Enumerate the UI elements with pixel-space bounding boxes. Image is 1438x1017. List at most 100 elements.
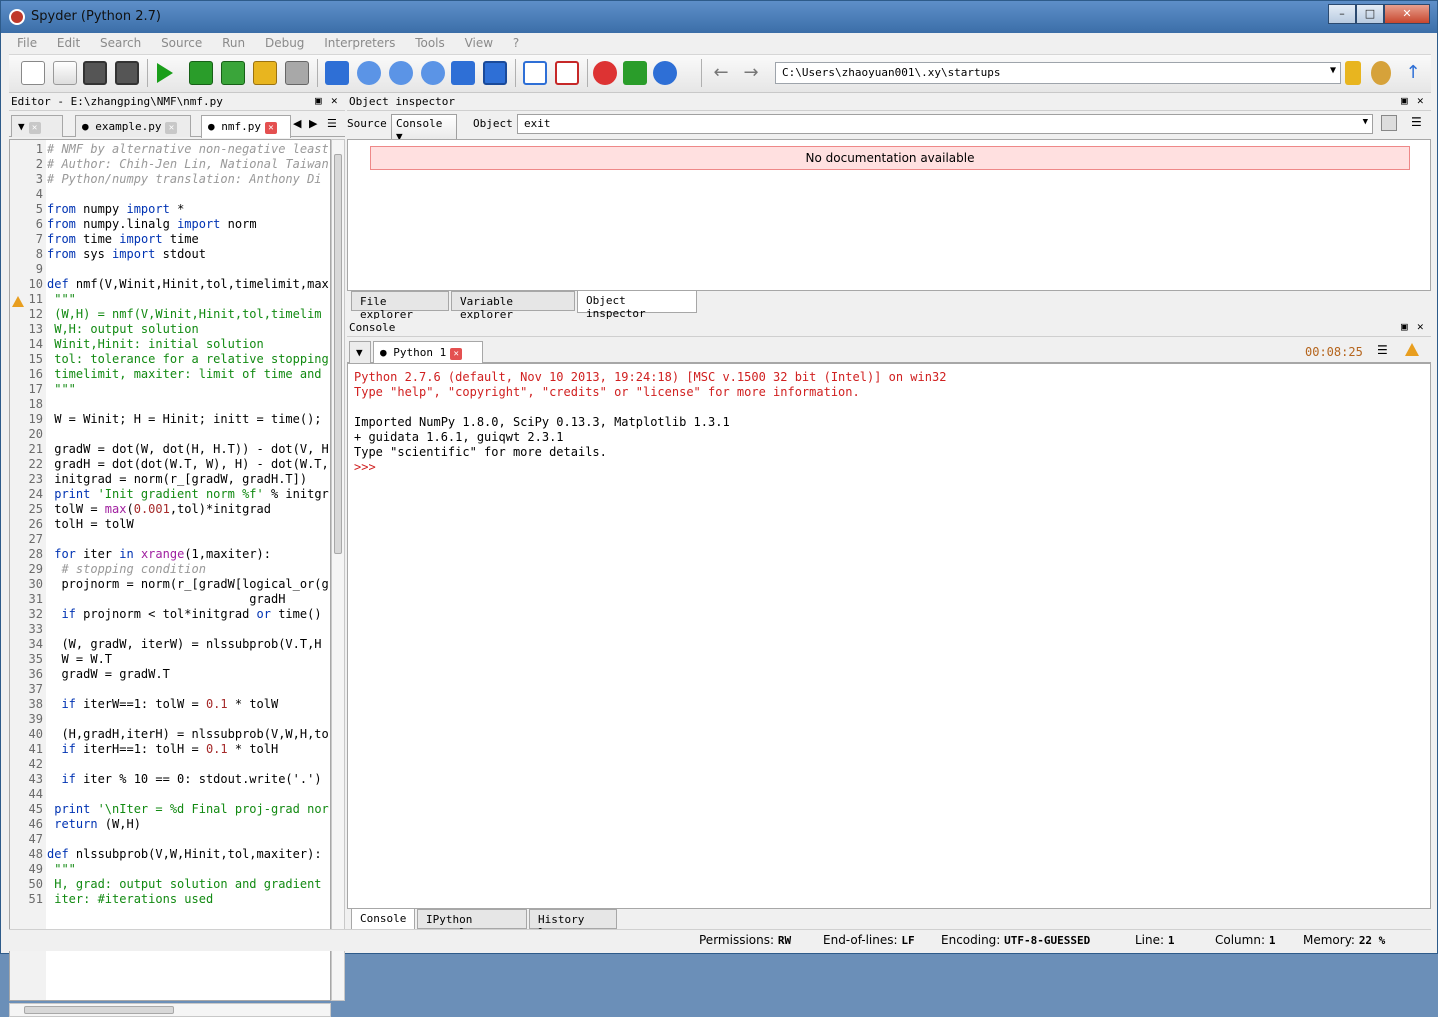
options-icon[interactable]: ☰ — [327, 117, 337, 130]
maximize-button[interactable]: □ — [1356, 4, 1384, 24]
forward-icon[interactable]: → — [739, 61, 763, 85]
menu-tools[interactable]: Tools — [407, 33, 453, 53]
menu-debug[interactable]: Debug — [257, 33, 312, 53]
no-documentation-message: No documentation available — [370, 146, 1410, 170]
editor-horizontal-scrollbar[interactable] — [9, 1003, 331, 1017]
undock-icon[interactable]: ▣ — [315, 94, 322, 107]
close-icon[interactable]: ✕ — [165, 122, 178, 134]
set-workdir-icon[interactable] — [1371, 61, 1391, 85]
debug-step-icon[interactable] — [325, 61, 349, 85]
code-editor[interactable]: 1 # NMF by alternative non-negative least… — [9, 139, 331, 1001]
code-token: norm — [220, 217, 257, 231]
editor-vertical-scrollbar[interactable] — [331, 139, 345, 1001]
tab-nmf-py[interactable]: ● nmf.py ✕ — [201, 115, 291, 138]
line-number: 25 — [28, 502, 43, 516]
profile-icon[interactable] — [285, 61, 309, 85]
step-into-icon[interactable] — [357, 61, 381, 85]
console-pane: Console ▣ ✕ ▼ ● Python 1 ✕ 00:08:25 ☰ Pyt… — [347, 319, 1431, 939]
close-icon[interactable]: ✕ — [450, 348, 463, 360]
code-token: 'Init gradient norm %f' — [90, 487, 264, 501]
continue-icon[interactable] — [451, 61, 475, 85]
tab-ipython-console[interactable]: IPython console — [417, 909, 527, 939]
title-bar[interactable]: Spyder (Python 2.7) – □ ✕ — [1, 1, 1437, 33]
minimize-button[interactable]: – — [1328, 4, 1356, 24]
fullscreen-icon[interactable] — [555, 61, 579, 85]
stop-icon[interactable] — [483, 61, 507, 85]
tab-object-inspector[interactable]: Object inspector — [577, 291, 697, 320]
close-button[interactable]: ✕ — [1384, 4, 1430, 24]
code-text: if projnorm < tol*initgrad or time() — [47, 607, 321, 621]
chevron-down-icon[interactable]: ▼ — [1330, 65, 1336, 76]
code-line: 8 from sys import stdout — [10, 247, 330, 262]
lock-icon[interactable] — [1381, 115, 1397, 131]
code-line: 30 projnorm = norm(r_[gradW[logical_or(g — [10, 577, 330, 592]
code-token: # NMF by alternative non-negative least — [47, 142, 329, 156]
menu-edit[interactable]: Edit — [49, 33, 88, 53]
menu-view[interactable]: View — [457, 33, 501, 53]
close-pane-icon[interactable]: ✕ — [1417, 94, 1424, 107]
menu-run[interactable]: Run — [214, 33, 253, 53]
tab-example-py[interactable]: ● example.py ✕ — [75, 115, 191, 137]
menu-source[interactable]: Source — [153, 33, 210, 53]
chevron-right-icon[interactable]: ▶ — [309, 117, 317, 130]
undock-icon[interactable]: ▣ — [1401, 94, 1408, 107]
code-text: # Author: Chih-Jen Lin, National Taiwan — [47, 157, 329, 171]
code-token: if — [47, 697, 76, 711]
menu-interpreters[interactable]: Interpreters — [316, 33, 403, 53]
code-line: 40 (H,gradH,iterH) = nlssubprob(V,W,H,to — [10, 727, 330, 742]
menu-search[interactable]: Search — [92, 33, 149, 53]
tools-icon[interactable] — [593, 61, 617, 85]
working-directory-input[interactable]: C:\Users\zhaoyuan001\.xy\startups ▼ — [775, 62, 1341, 84]
tab-file-explorer[interactable]: File explorer — [351, 291, 449, 321]
code-line: 32 if projnorm < tol*initgrad or time() — [10, 607, 330, 622]
object-input[interactable]: exit ▼ — [517, 114, 1373, 134]
column-status: Column: 1 — [1215, 933, 1275, 947]
tab-console[interactable]: Console — [351, 909, 415, 931]
code-token: or — [256, 607, 271, 621]
run-config-icon[interactable] — [221, 61, 245, 85]
code-token: # stopping condition — [47, 562, 206, 576]
close-pane-icon[interactable]: ✕ — [331, 94, 338, 107]
browse-tabs-button[interactable]: ▼ — [349, 341, 371, 363]
parent-dir-icon[interactable]: ↑ — [1401, 61, 1425, 85]
python-path-icon[interactable] — [623, 61, 647, 85]
close-pane-icon[interactable]: ✕ — [1417, 320, 1424, 333]
scroll-thumb[interactable] — [24, 1006, 174, 1014]
options-icon[interactable]: ☰ — [1377, 343, 1388, 357]
step-return-icon[interactable] — [421, 61, 445, 85]
code-token: gradW = dot(W, dot(H, H.T)) - dot(V, H — [47, 442, 329, 456]
menu-help[interactable]: ? — [505, 33, 527, 53]
tab-history-log[interactable]: History log — [529, 909, 617, 939]
warning-icon[interactable] — [1405, 343, 1419, 356]
console-line: Type "scientific" for more details. — [354, 445, 607, 459]
menu-file[interactable]: File — [9, 33, 45, 53]
console-title: Console ▣ ✕ — [347, 319, 1431, 337]
browse-tabs-button[interactable]: ▼ ✕ — [11, 115, 63, 137]
open-file-icon[interactable] — [53, 61, 77, 85]
code-token: tol: tolerance for a relative stopping — [47, 352, 329, 366]
maximize-pane-icon[interactable] — [523, 61, 547, 85]
browse-folder-icon[interactable] — [1345, 61, 1361, 85]
save-all-icon[interactable] — [115, 61, 139, 85]
chevron-down-icon[interactable]: ▼ — [1363, 117, 1368, 127]
new-file-icon[interactable] — [21, 61, 45, 85]
run-selection-icon[interactable] — [189, 61, 213, 85]
scroll-thumb[interactable] — [334, 154, 342, 554]
chevron-left-icon[interactable]: ◀ — [293, 117, 301, 130]
run-icon[interactable] — [157, 63, 173, 83]
pythonxy-icon[interactable] — [653, 61, 677, 85]
options-icon[interactable]: ☰ — [1411, 115, 1422, 129]
back-icon[interactable]: ← — [709, 61, 733, 85]
window-title: Spyder (Python 2.7) — [31, 9, 161, 24]
undock-icon[interactable]: ▣ — [1401, 320, 1408, 333]
close-icon[interactable]: ✕ — [265, 122, 277, 134]
code-text: def nmf(V,Winit,Hinit,tol,timelimit,max — [47, 277, 329, 291]
step-over-icon[interactable] — [389, 61, 413, 85]
save-icon[interactable] — [83, 61, 107, 85]
code-text: projnorm = norm(r_[gradW[logical_or(g — [47, 577, 328, 591]
tab-python-1[interactable]: ● Python 1 ✕ — [373, 341, 483, 364]
close-icon[interactable]: ✕ — [28, 122, 41, 134]
debug-icon[interactable] — [253, 61, 277, 85]
tab-variable-explorer[interactable]: Variable explorer — [451, 291, 575, 321]
console-output[interactable]: Python 2.7.6 (default, Nov 10 2013, 19:2… — [347, 363, 1431, 909]
